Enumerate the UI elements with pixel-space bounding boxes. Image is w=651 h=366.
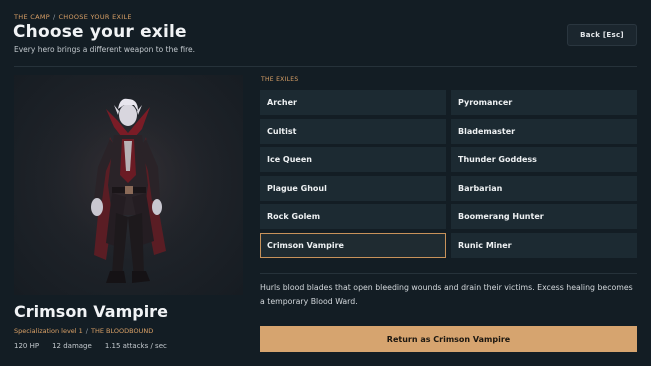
hero-specialization: Specialization level 1/THE BLOODBOUND	[14, 327, 153, 335]
page-subtitle: Every hero brings a different weapon to …	[14, 45, 195, 54]
hero-name: Crimson Vampire	[14, 302, 168, 321]
breadcrumb-root[interactable]: THE CAMP	[14, 13, 50, 21]
exile-rock-golem-button[interactable]: Rock Golem	[260, 204, 446, 229]
exile-crimson-vampire-button[interactable]: Crimson Vampire	[260, 232, 446, 258]
specialization-level: Specialization level 1	[14, 327, 83, 335]
description-divider	[260, 273, 637, 274]
exile-boomerang-hunter-button[interactable]: Boomerang Hunter	[451, 204, 637, 229]
breadcrumb-current: CHOOSE YOUR EXILE	[58, 13, 132, 21]
exile-blademaster-button[interactable]: Blademaster	[451, 118, 637, 144]
breadcrumb-separator: /	[52, 13, 56, 21]
hero-stats: 120 HP 12 damage 1.15 attacks / sec	[14, 342, 167, 350]
exile-archer-button[interactable]: Archer	[260, 90, 446, 115]
hero-portrait	[14, 75, 243, 295]
exile-grid: Archer Pyromancer Cultist Blademaster Ic…	[260, 90, 637, 258]
exile-ice-queen-button[interactable]: Ice Queen	[260, 147, 446, 172]
exile-thunder-goddess-button[interactable]: Thunder Goddess	[451, 147, 637, 172]
exile-plague-ghoul-button[interactable]: Plague Ghoul	[260, 175, 446, 201]
page-title: Choose your exile	[13, 22, 187, 42]
breadcrumb: THE CAMP / CHOOSE YOUR EXILE	[14, 13, 132, 21]
spec-separator: /	[85, 327, 88, 335]
exile-cultist-button[interactable]: Cultist	[260, 118, 446, 144]
stat-hp: 120 HP	[14, 342, 40, 350]
back-button[interactable]: Back [Esc]	[567, 24, 637, 46]
return-as-hero-button[interactable]: Return as Crimson Vampire	[260, 326, 637, 352]
stat-damage: 12 damage	[52, 342, 92, 350]
hero-description: Hurls blood blades that open bleeding wo…	[260, 283, 633, 306]
exile-runic-miner-button[interactable]: Runic Miner	[451, 232, 637, 258]
vampire-figure	[14, 75, 243, 295]
header-divider	[14, 66, 637, 67]
exile-pyromancer-button[interactable]: Pyromancer	[451, 90, 637, 115]
exile-barbarian-button[interactable]: Barbarian	[451, 175, 637, 201]
exiles-section-label: THE EXILES	[261, 76, 299, 83]
stat-attack-speed: 1.15 attacks / sec	[104, 342, 167, 350]
hero-subclass: THE BLOODBOUND	[91, 327, 154, 335]
